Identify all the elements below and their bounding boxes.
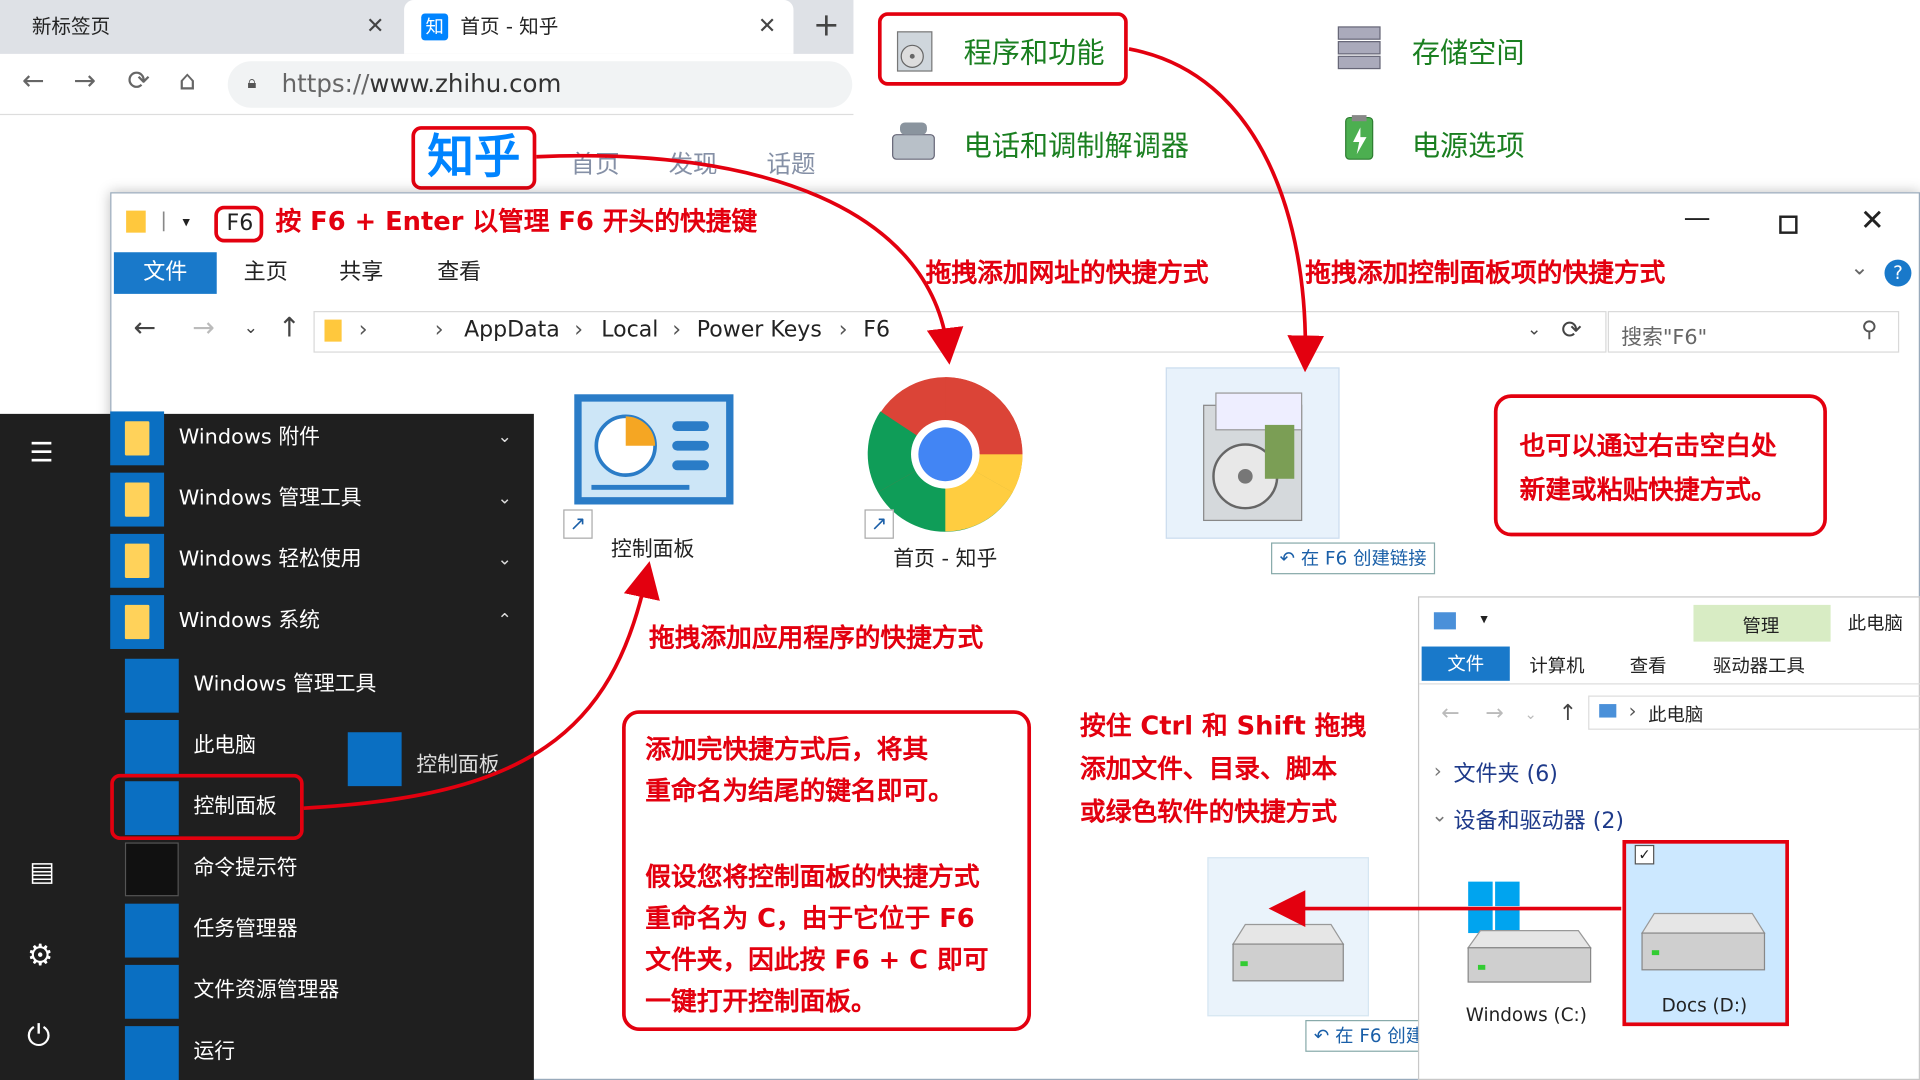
annotation-arrows [303,47,1622,927]
screenshot-canvas: 新标签页 ✕ 知 首页 - 知乎 ✕ + ← → ⟳ ⌂ 🔒︎ https://… [0,0,1920,1080]
arrow-start-to-folder [303,561,660,810]
arrow-programs-to-folder [1128,47,1325,373]
arrow-zhihu-to-folder [536,153,964,365]
